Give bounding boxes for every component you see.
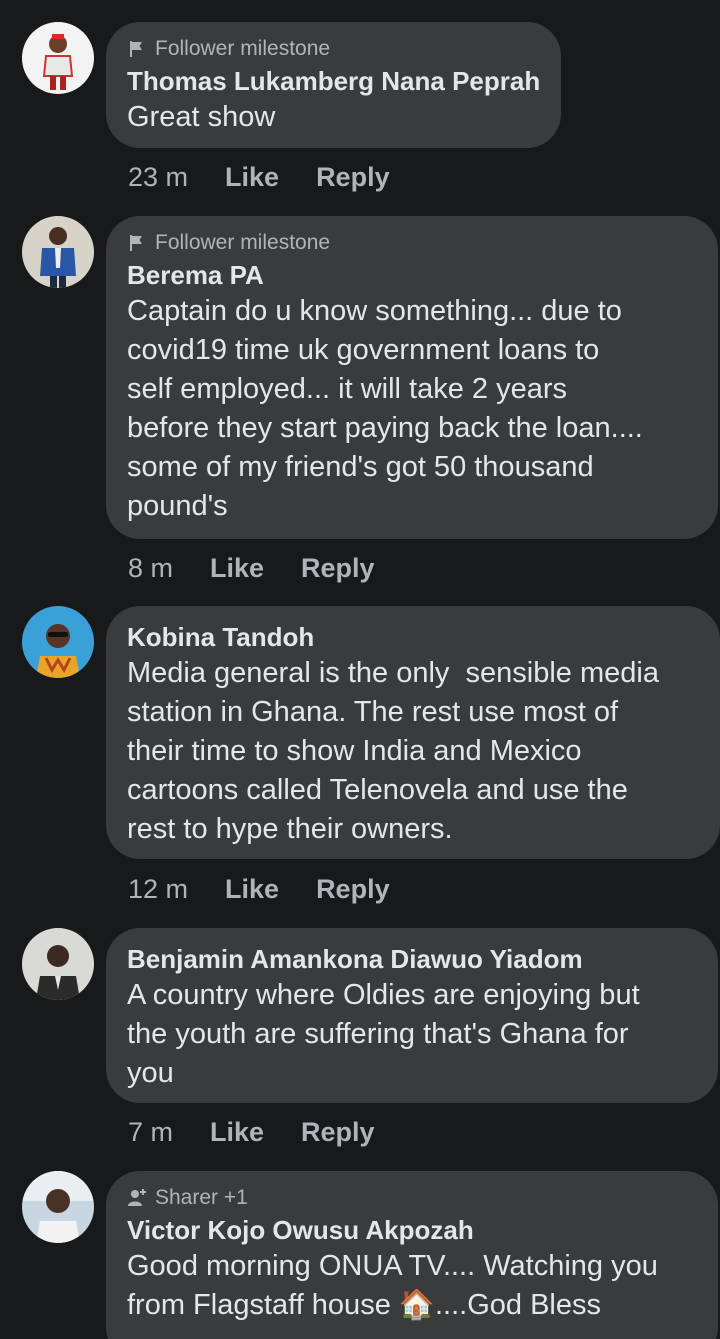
comment-text: A country where Oldies are enjoying but … [127,979,640,1089]
flag-icon [127,39,147,59]
comment-badge: Follower milestone [127,36,539,62]
comment-timestamp[interactable]: 8 m [128,553,173,584]
comment-bubble[interactable]: Follower milestone Berema PA Captain do … [106,216,718,539]
commenter-name[interactable]: Victor Kojo Owusu Akpozah [127,1213,696,1247]
comment-actions: 12 m Like Reply [128,869,390,909]
commenter-name[interactable]: Benjamin Amankona Diawuo Yiadom [127,942,696,976]
comment-timestamp[interactable]: 23 m [128,162,188,193]
like-button[interactable]: Like [225,162,279,193]
comment-text: Great show [127,101,276,133]
comment-text: Captain do u know something... due to co… [127,295,643,522]
badge-label: Follower milestone [155,37,331,60]
comment-bubble[interactable]: Benjamin Amankona Diawuo Yiadom A countr… [106,928,718,1103]
comment-text: Media general is the only sensible media… [127,657,659,845]
avatar[interactable] [22,928,94,1000]
badge-label: Sharer +1 [155,1186,248,1209]
comment-text: Good morning ONUA TV.... Watching you fr… [127,1250,658,1321]
flag-icon [127,233,147,253]
comment-actions: 23 m Like Reply [128,157,390,197]
badge-label: Follower milestone [155,231,331,254]
commenter-name[interactable]: Berema PA [127,258,696,292]
comment-timestamp[interactable]: 12 m [128,874,188,905]
comment-actions: 7 m Like Reply [128,1112,375,1152]
avatar[interactable] [22,1171,94,1243]
comment-actions: 8 m Like Reply [128,548,375,588]
reply-button[interactable]: Reply [301,1117,375,1148]
comment-bubble[interactable]: Kobina Tandoh Media general is the only … [106,606,720,859]
commenter-name[interactable]: Thomas Lukamberg Nana Peprah [127,64,540,98]
comment-badge: Sharer +1 [127,1185,696,1211]
avatar[interactable] [22,216,94,288]
like-button[interactable]: Like [210,1117,264,1148]
reply-button[interactable]: Reply [316,162,390,193]
commenter-name[interactable]: Kobina Tandoh [127,620,698,654]
like-button[interactable]: Like [210,553,264,584]
comment-badge: Follower milestone [127,230,696,256]
like-button[interactable]: Like [225,874,279,905]
avatar[interactable] [22,22,94,94]
reply-button[interactable]: Reply [316,874,390,905]
comment-timestamp[interactable]: 7 m [128,1117,173,1148]
comment-bubble[interactable]: Sharer +1 Victor Kojo Owusu Akpozah Good… [106,1171,718,1339]
reply-button[interactable]: Reply [301,553,375,584]
avatar[interactable] [22,606,94,678]
comment-bubble[interactable]: Follower milestone Thomas Lukamberg Nana… [106,22,561,148]
sharer-icon [127,1188,147,1208]
